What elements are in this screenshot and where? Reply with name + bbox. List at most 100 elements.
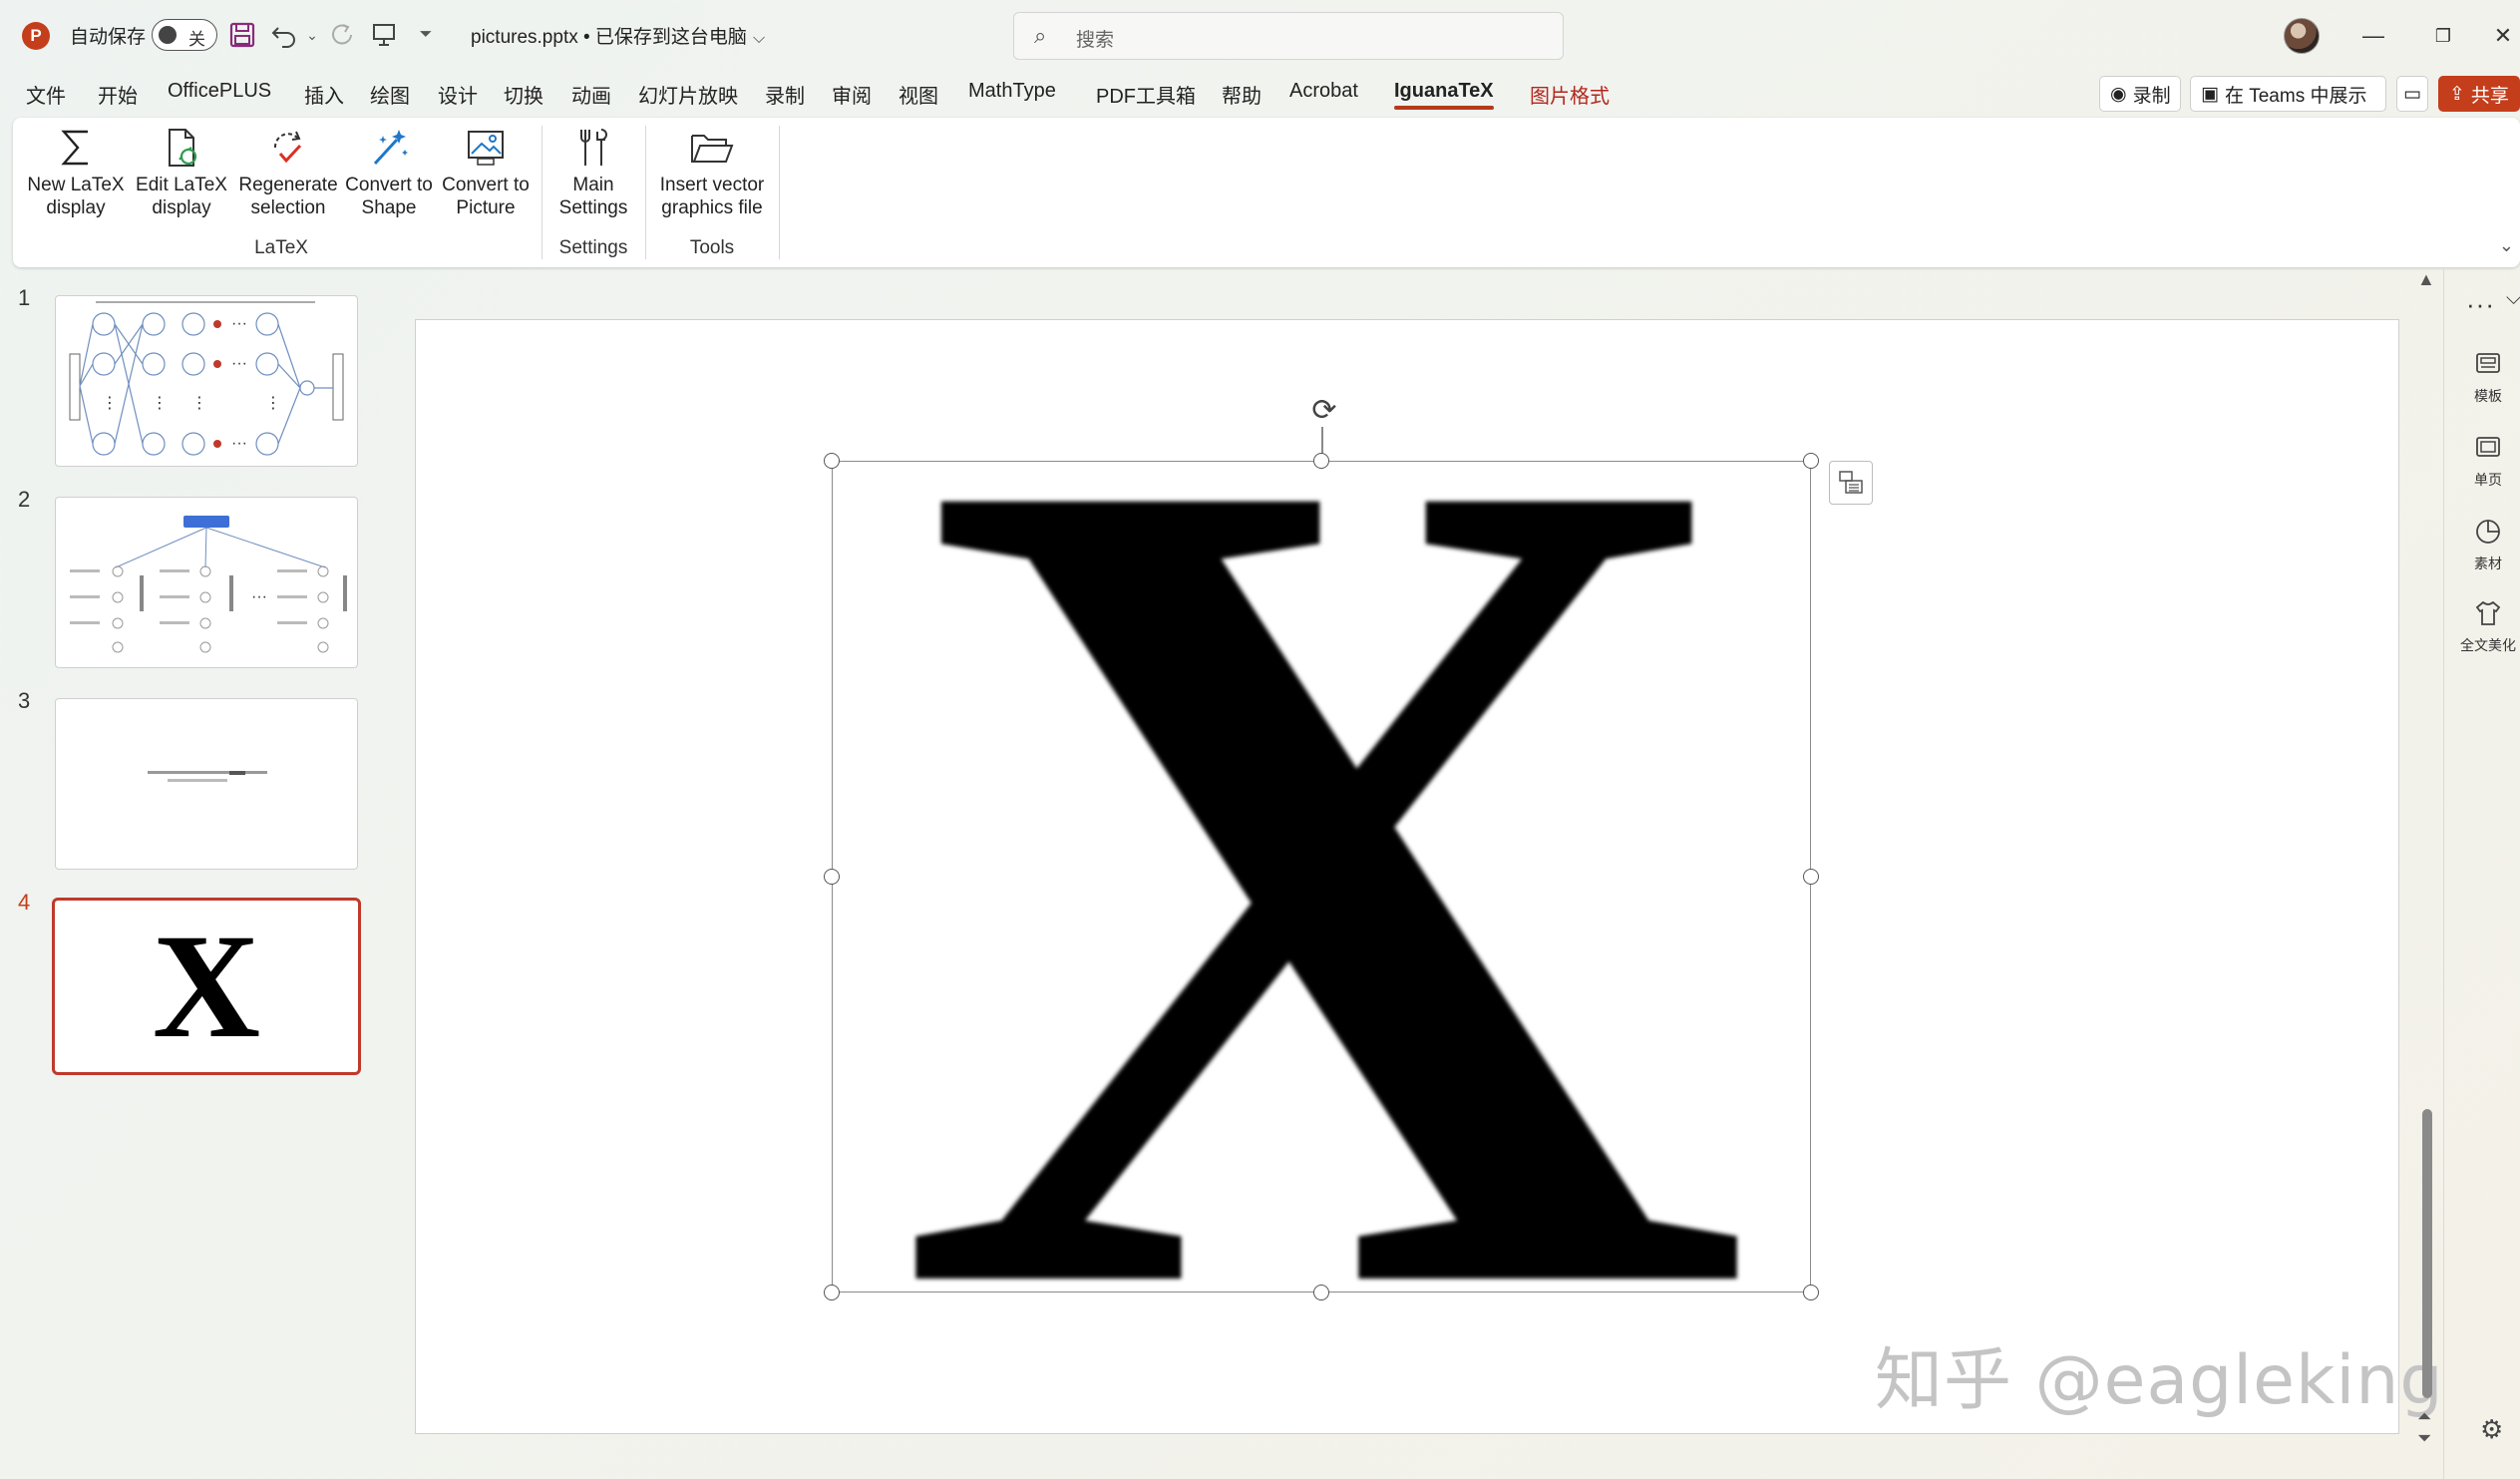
ribbon-separator xyxy=(645,126,646,259)
slide-thumbnail-1[interactable]: ··· ··· ··· ⋮ ⋮ ⋮ ⋮ xyxy=(55,295,358,467)
design-side-pane: ··· ⌵ 模板 单页 素材 全文美化 ⚙ xyxy=(2443,269,2520,1479)
autosave-toggle[interactable]: 关 xyxy=(152,19,217,51)
resize-handle-right[interactable] xyxy=(1803,869,1819,885)
title-bar: P 自动保存 关 ⌄ ⏷ pictures.pptx • 已保存到这台电脑 ⌵ ⌕… xyxy=(0,0,2520,72)
resize-handle-top-left[interactable] xyxy=(824,453,840,469)
slide-number-active: 4 xyxy=(18,890,31,915)
tab-animations[interactable]: 动画 xyxy=(571,80,611,109)
pane-item-templates[interactable]: 模板 xyxy=(2452,349,2520,406)
insert-vector-label: Insert vector graphics file xyxy=(659,175,765,218)
present-from-start-icon[interactable] xyxy=(367,18,401,52)
edit-latex-label: Edit LaTeX display xyxy=(136,175,227,218)
share-button[interactable]: ⇪ 共享 xyxy=(2438,76,2520,112)
svg-text:⋮: ⋮ xyxy=(265,395,281,412)
slide-thumbnail-2[interactable]: ··· xyxy=(55,497,358,668)
edit-latex-display-button[interactable]: Edit LaTeX display xyxy=(133,126,230,237)
pane-item-beautify[interactable]: 全文美化 xyxy=(2452,598,2520,655)
settings-gear-icon[interactable]: ⚙ xyxy=(2480,1414,2503,1445)
vertical-scrollbar[interactable]: ▲ ⏶ ⏷ xyxy=(2413,269,2443,1479)
tab-review[interactable]: 审阅 xyxy=(832,80,872,109)
teams-icon: ▣ xyxy=(2201,83,2219,105)
close-icon[interactable]: ✕ xyxy=(2473,14,2520,58)
svg-text:···: ··· xyxy=(251,588,267,605)
resize-handle-bottom-left[interactable] xyxy=(824,1285,840,1300)
shirt-icon xyxy=(2475,600,2501,625)
record-dot-icon: ◉ xyxy=(2110,83,2127,105)
chevron-down-icon[interactable]: ⌵ xyxy=(2506,287,2520,310)
convert-to-shape-button[interactable]: Convert to Shape xyxy=(342,126,436,237)
autosave-state: 关 xyxy=(188,30,205,49)
pane-item-single-page[interactable]: 单页 xyxy=(2452,433,2520,490)
tab-record[interactable]: 录制 xyxy=(765,80,805,109)
tab-pdf-toolbox[interactable]: PDF工具箱 xyxy=(1096,80,1196,109)
slide-number: 3 xyxy=(18,688,31,713)
ribbon-collapse-icon[interactable]: ⌄ xyxy=(2499,235,2514,256)
tab-acrobat[interactable]: Acrobat xyxy=(1289,80,1358,103)
pane-item-materials[interactable]: 素材 xyxy=(2452,517,2520,573)
more-options-icon[interactable]: ··· xyxy=(2466,289,2495,320)
picture-letter: X xyxy=(894,461,1751,1293)
slide-thumbnail-4[interactable]: X xyxy=(52,898,361,1075)
resize-handle-top[interactable] xyxy=(1313,453,1329,469)
svg-text:⋮: ⋮ xyxy=(191,395,207,412)
insert-vector-graphics-button[interactable]: Insert vector graphics file xyxy=(651,126,773,237)
search-placeholder: 搜索 xyxy=(1076,30,1115,51)
minimize-icon[interactable]: — xyxy=(2343,14,2403,58)
record-button[interactable]: ◉ 录制 xyxy=(2099,76,2181,112)
regenerate-selection-button[interactable]: Regenerate selection xyxy=(234,126,342,237)
main-settings-button[interactable]: Main Settings xyxy=(547,126,639,237)
tab-home[interactable]: 开始 xyxy=(98,80,138,109)
group-label-latex: LaTeX xyxy=(254,237,308,258)
svg-text:⋮: ⋮ xyxy=(102,395,118,412)
tab-transitions[interactable]: 切换 xyxy=(504,80,543,109)
tab-view[interactable]: 视图 xyxy=(899,80,938,109)
regenerate-icon xyxy=(273,131,302,164)
redo-icon[interactable] xyxy=(325,18,359,52)
user-avatar[interactable] xyxy=(2284,18,2320,54)
tree-diagram-thumbnail: ··· xyxy=(70,516,347,653)
present-in-teams-button[interactable]: ▣ 在 Teams 中展示 xyxy=(2190,76,2386,112)
search-icon: ⌕ xyxy=(1034,23,1047,48)
tab-draw[interactable]: 绘图 xyxy=(370,80,410,109)
slide-thumbnail-3[interactable] xyxy=(55,698,358,870)
pane-item-label: 素材 xyxy=(2474,555,2502,571)
main-settings-label: Main Settings xyxy=(558,175,628,218)
previous-slide-icon[interactable]: ⏶ xyxy=(2417,1406,2431,1427)
tab-help[interactable]: 帮助 xyxy=(1222,80,1261,109)
customize-toolbar-icon[interactable]: ⏷ xyxy=(409,18,443,52)
share-icon: ⇪ xyxy=(2449,83,2465,105)
comments-button[interactable]: ▭ xyxy=(2396,76,2428,112)
ribbon: New LaTeX display Edit LaTeX display Reg… xyxy=(13,118,2520,267)
selected-picture[interactable]: X xyxy=(832,461,1811,1293)
scroll-up-icon[interactable]: ▲ xyxy=(2417,269,2435,290)
save-icon[interactable] xyxy=(225,18,259,52)
next-slide-icon[interactable]: ⏷ xyxy=(2417,1428,2431,1449)
convert-to-picture-button[interactable]: Convert to Picture xyxy=(436,126,536,237)
rotate-handle-icon[interactable]: ⟳ xyxy=(1305,391,1343,429)
tab-iguanatex[interactable]: IguanaTeX xyxy=(1394,80,1494,110)
document-title[interactable]: pictures.pptx • 已保存到这台电脑 ⌵ xyxy=(471,22,765,49)
restore-icon[interactable]: ❐ xyxy=(2413,14,2473,58)
tab-insert[interactable]: 插入 xyxy=(304,80,344,109)
tab-design[interactable]: 设计 xyxy=(438,80,478,109)
new-latex-display-button[interactable]: New LaTeX display xyxy=(27,126,125,237)
tab-officeplus[interactable]: OfficePLUS xyxy=(168,80,271,103)
svg-text:···: ··· xyxy=(231,355,247,372)
tab-mathtype[interactable]: MathType xyxy=(968,80,1056,103)
tab-picture-format[interactable]: 图片格式 xyxy=(1530,80,1610,109)
new-latex-label: New LaTeX display xyxy=(27,175,125,218)
resize-handle-left[interactable] xyxy=(824,869,840,885)
resize-handle-bottom-right[interactable] xyxy=(1803,1285,1819,1300)
resize-handle-top-right[interactable] xyxy=(1803,453,1819,469)
powerpoint-logo-icon: P xyxy=(22,22,50,50)
autosave-label: 自动保存 xyxy=(70,27,147,48)
layout-options-button[interactable] xyxy=(1829,461,1873,505)
tab-file[interactable]: 文件 xyxy=(26,80,66,109)
undo-dropdown-icon[interactable]: ⌄ xyxy=(295,18,329,52)
scrollbar-thumb[interactable] xyxy=(2422,1109,2432,1398)
tab-slideshow[interactable]: 幻灯片放映 xyxy=(638,80,738,109)
record-label: 录制 xyxy=(2132,85,2171,107)
resize-handle-bottom[interactable] xyxy=(1313,1285,1329,1300)
search-box[interactable]: ⌕ 搜索 xyxy=(1013,12,1564,60)
picture-icon xyxy=(468,131,504,166)
